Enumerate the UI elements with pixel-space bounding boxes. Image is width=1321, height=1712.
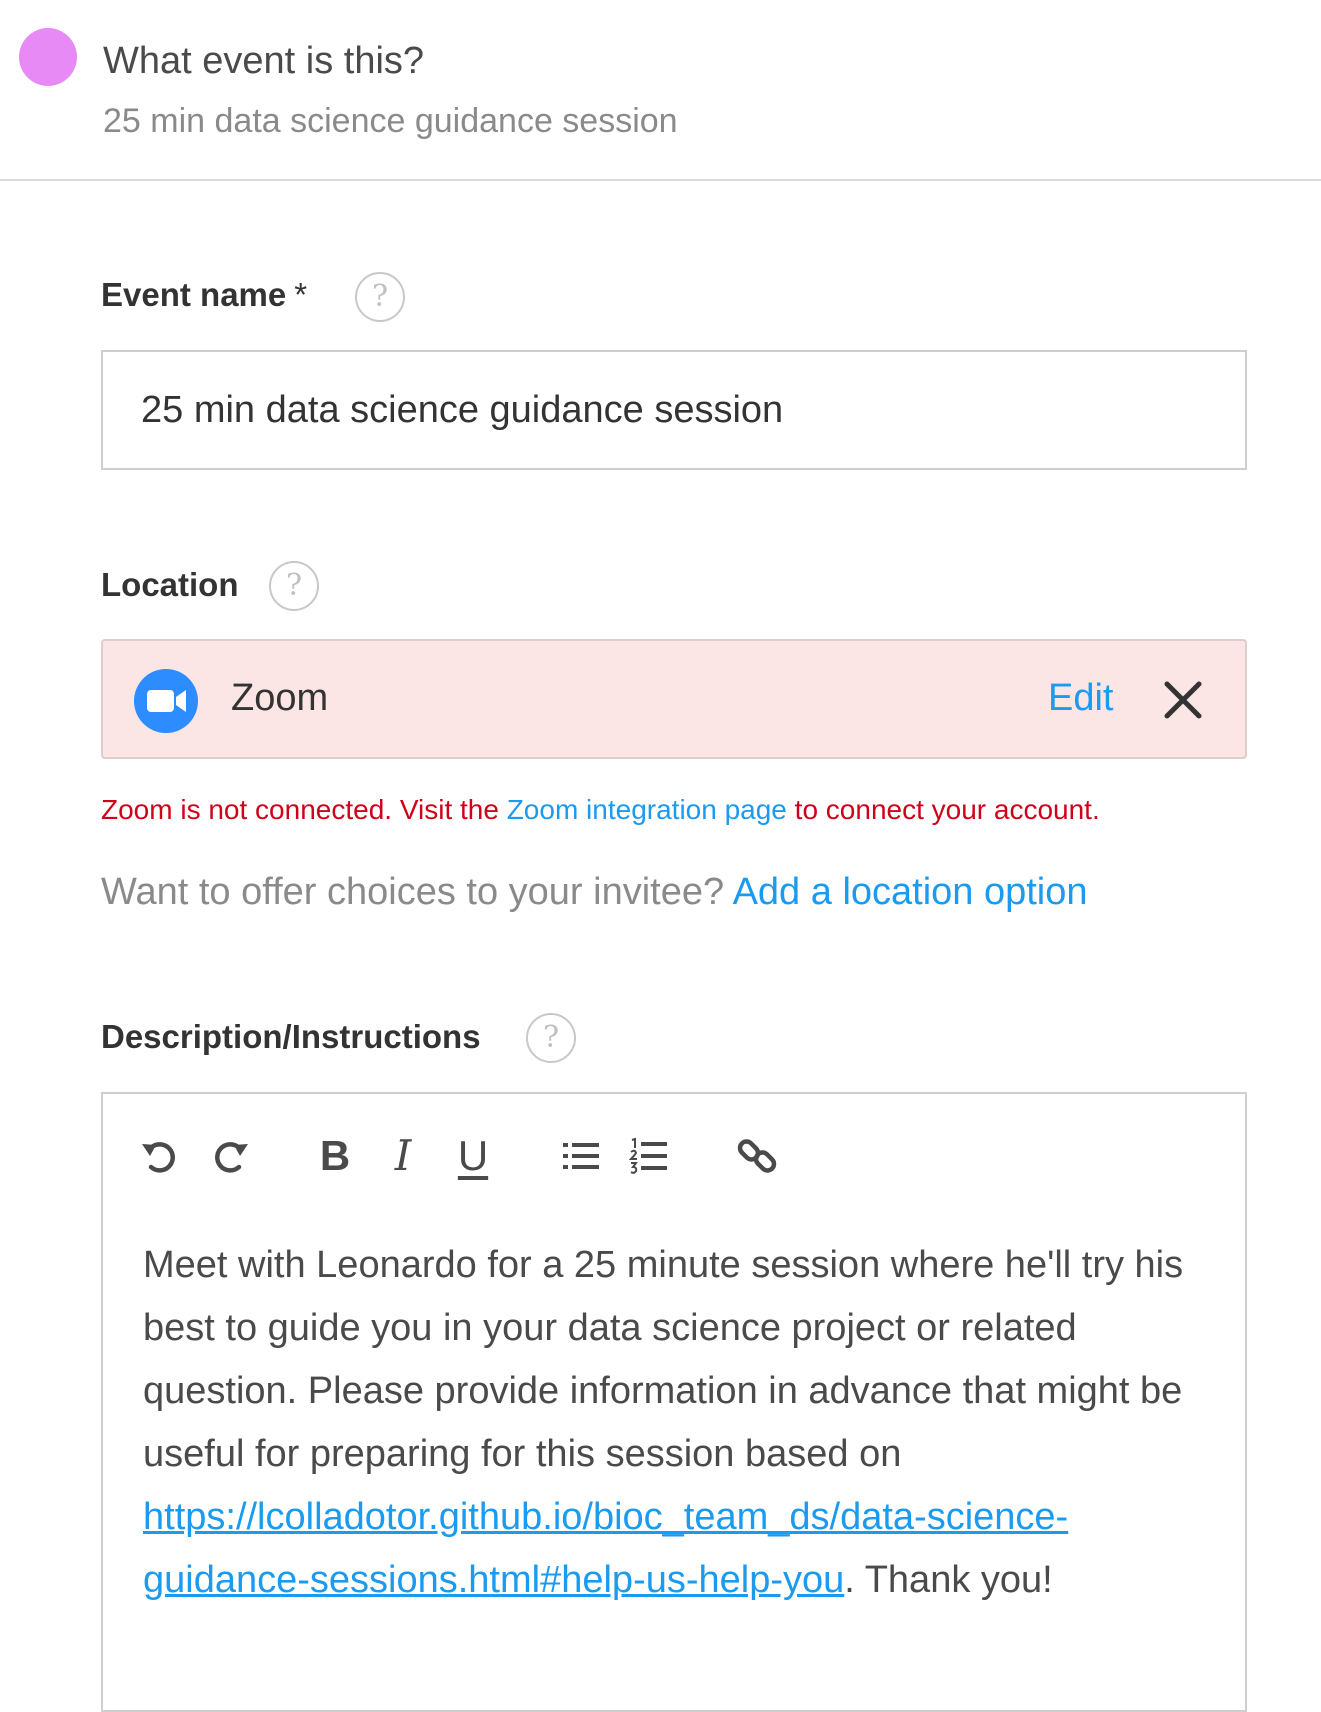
zoom-error-message: Zoom is not connected. Visit the Zoom in… — [101, 794, 1100, 826]
italic-label: I — [394, 1131, 412, 1180]
numbered-list-icon[interactable] — [625, 1132, 673, 1180]
add-location-option-link[interactable]: Add a location option — [733, 871, 1088, 913]
event-name-label: Event name * — [101, 276, 307, 314]
event-name-label-text: Event name — [101, 276, 287, 313]
error-suffix: to connect your account. — [786, 794, 1100, 825]
undo-icon[interactable] — [135, 1132, 183, 1180]
underline-button[interactable]: U — [449, 1132, 497, 1180]
header-subtitle: 25 min data science guidance session — [103, 102, 678, 140]
header-title: What event is this? — [103, 40, 425, 82]
description-text-before: Meet with Leonardo for a 25 minute sessi… — [143, 1244, 1184, 1475]
location-label: Location — [101, 566, 239, 603]
redo-icon[interactable] — [207, 1132, 255, 1180]
description-help-icon[interactable]: ? — [526, 1013, 576, 1063]
location-selected-box: Zoom Edit — [101, 639, 1247, 759]
link-icon[interactable] — [733, 1132, 781, 1180]
event-color-dot — [19, 28, 77, 86]
zoom-integration-link[interactable]: Zoom integration page — [507, 794, 787, 825]
underline-label: U — [457, 1132, 489, 1179]
event-name-input[interactable] — [101, 350, 1247, 470]
italic-button[interactable]: I — [379, 1132, 427, 1180]
location-help-icon[interactable]: ? — [269, 561, 319, 611]
description-text[interactable]: Meet with Leonardo for a 25 minute sessi… — [143, 1234, 1223, 1612]
bullet-list-icon[interactable] — [557, 1132, 605, 1180]
close-icon[interactable] — [1161, 678, 1205, 722]
event-name-help-icon[interactable]: ? — [355, 272, 405, 322]
location-edit-link[interactable]: Edit — [1048, 677, 1113, 720]
description-text-after: . Thank you! — [844, 1559, 1053, 1601]
error-prefix: Zoom is not connected. Visit the — [101, 794, 507, 825]
location-name: Zoom — [231, 677, 329, 719]
description-editor: B I U Meet with Leonardo for a 25 minute… — [101, 1092, 1247, 1712]
zoom-video-icon — [134, 669, 198, 733]
required-mark: * — [294, 276, 308, 313]
location-choices-prompt: Want to offer choices to your invitee? A… — [101, 871, 1088, 914]
choices-prompt-text: Want to offer choices to your invitee? — [101, 871, 733, 913]
bold-label: B — [319, 1132, 351, 1179]
bold-button[interactable]: B — [311, 1132, 359, 1180]
event-header: What event is this? 25 min data science … — [0, 0, 1321, 181]
description-label: Description/Instructions — [101, 1018, 481, 1055]
